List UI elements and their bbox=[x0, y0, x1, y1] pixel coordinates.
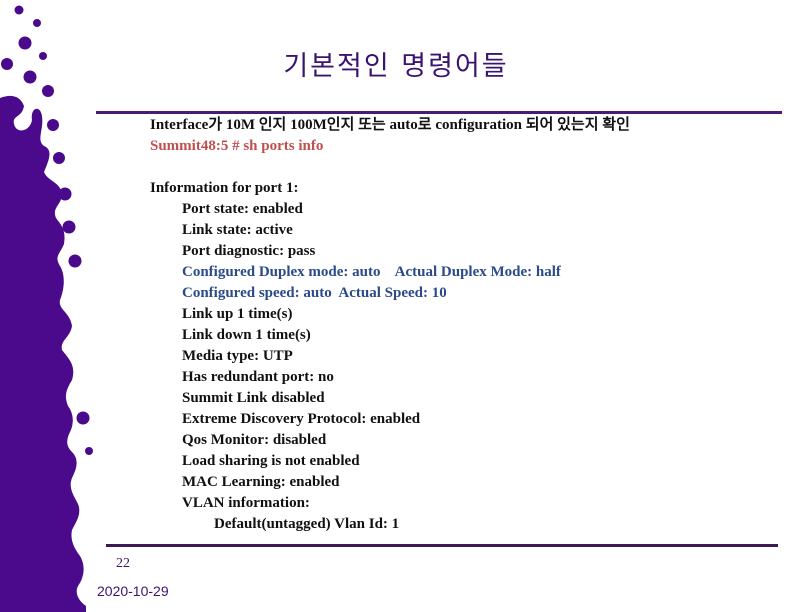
cli-command: Summit48:5 # sh ports info bbox=[150, 138, 324, 154]
port-detail-line: Configured Duplex mode: auto Actual Dupl… bbox=[182, 264, 561, 280]
port-detail-line: Link up 1 time(s) bbox=[182, 306, 293, 322]
port-detail-line: Has redundant port: no bbox=[182, 369, 334, 385]
decorative-splash-graphic bbox=[0, 5, 93, 612]
slide-title: 기본적인 명령어들 bbox=[283, 51, 509, 82]
port-detail-line: Default(untagged) Vlan Id: 1 bbox=[214, 516, 400, 532]
port-detail-line: MAC Learning: enabled bbox=[182, 474, 340, 490]
port-detail-line: Media type: UTP bbox=[182, 348, 293, 364]
port-detail-line: Qos Monitor: disabled bbox=[182, 432, 327, 448]
port-detail-line: Port diagnostic: pass bbox=[182, 243, 316, 259]
port-detail-line: Summit Link disabled bbox=[182, 390, 325, 406]
info-header: Information for port 1: bbox=[150, 180, 299, 196]
intro-line: Interface가 10M 인지 100M인지 또는 auto로 config… bbox=[150, 117, 630, 133]
port-detail-line: Link down 1 time(s) bbox=[182, 327, 311, 343]
port-detail-line: VLAN information: bbox=[182, 495, 310, 511]
title-divider bbox=[96, 111, 782, 114]
port-detail-line: Configured speed: auto Actual Speed: 10 bbox=[182, 285, 447, 301]
page-number: 22 bbox=[116, 556, 130, 571]
port-detail-line: Extreme Discovery Protocol: enabled bbox=[182, 411, 421, 427]
footer-divider bbox=[106, 544, 778, 547]
port-detail-line: Link state: active bbox=[182, 222, 293, 238]
port-detail-line: Port state: enabled bbox=[182, 201, 303, 217]
slide-date: 2020-10-29 bbox=[97, 583, 169, 599]
port-detail-line: Load sharing is not enabled bbox=[182, 453, 360, 469]
